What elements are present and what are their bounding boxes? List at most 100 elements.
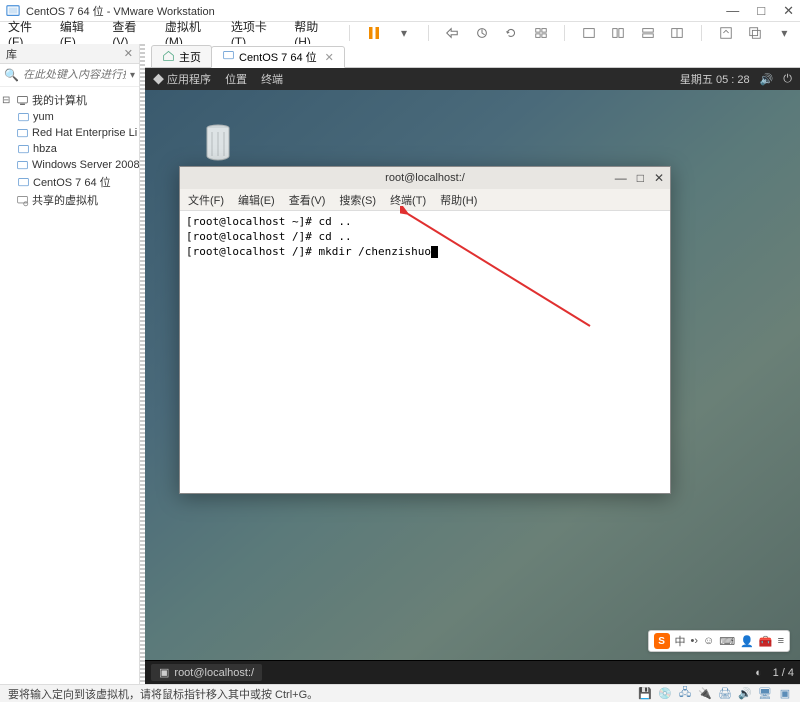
- tree-label: 我的计算机: [32, 92, 87, 108]
- term-menu-term[interactable]: 终端(T): [390, 192, 426, 208]
- term-menu-help[interactable]: 帮助(H): [440, 192, 477, 208]
- vmware-icon: [6, 4, 20, 18]
- sidebar-header: 库 ✕: [0, 44, 139, 64]
- tree-label: Red Hat Enterprise Li: [32, 127, 137, 139]
- term-line-2: [root@localhost /]# mkdir /chenzishuo: [186, 245, 431, 258]
- terminal-title: root@localhost:/: [385, 172, 465, 184]
- guest-terminal-menu[interactable]: 终端: [261, 71, 283, 87]
- search-dropdown-icon[interactable]: ▾: [130, 70, 135, 81]
- tab-home[interactable]: 主页: [151, 45, 212, 67]
- vm-tree: ⊟ 我的计算机 yum Red Hat Enterprise Li hbza W…: [0, 87, 139, 213]
- guest-clock: 星期五 05 : 28: [680, 71, 750, 87]
- tree-node-ws2008[interactable]: Windows Server 2008: [2, 157, 137, 173]
- pause-icon[interactable]: [366, 25, 382, 41]
- guest-desktop[interactable]: root@localhost:/ — □ ✕ 文件(F) 编辑(E) 查看(V)…: [145, 90, 800, 660]
- ime-punct-icon[interactable]: •›: [691, 635, 699, 647]
- tree-node-hbza[interactable]: hbza: [2, 141, 137, 157]
- status-text: 要将输入定向到该虚拟机，请将鼠标指针移入其中或按 Ctrl+G。: [8, 686, 638, 702]
- terminal-icon: ▣: [159, 666, 169, 679]
- volume-icon[interactable]: 🔊: [760, 73, 774, 86]
- ime-menu-icon[interactable]: ≡: [778, 635, 784, 647]
- host-menubar: 文件(F) 编辑(E) 查看(V) 虚拟机(M) 选项卡(T) 帮助(H) ▾ …: [0, 22, 800, 44]
- ime-toolbox-icon[interactable]: 🧰: [759, 635, 773, 648]
- computer-icon: [15, 93, 29, 107]
- guest-places-menu[interactable]: 位置: [225, 71, 247, 87]
- status-disk-icon[interactable]: 💾: [638, 687, 652, 701]
- tree-node-rhel[interactable]: Red Hat Enterprise Li: [2, 125, 137, 141]
- tree-node-yum[interactable]: yum: [2, 109, 137, 125]
- term-line-0: [root@localhost ~]# cd ..: [186, 215, 352, 228]
- notify-icon[interactable]: ◐: [751, 665, 767, 681]
- minimize-button[interactable]: —: [726, 3, 739, 19]
- terminal-close[interactable]: ✕: [654, 171, 664, 185]
- tab-centos-label: CentOS 7 64 位: [239, 49, 317, 65]
- sidebar-search: 🔍 ▾: [0, 64, 139, 87]
- thumb4-icon[interactable]: [670, 25, 685, 41]
- terminal-menubar: 文件(F) 编辑(E) 查看(V) 搜索(S) 终端(T) 帮助(H): [180, 189, 670, 211]
- vm-icon: [16, 158, 29, 172]
- home-icon: [162, 49, 175, 65]
- terminal-titlebar[interactable]: root@localhost:/ — □ ✕: [180, 167, 670, 189]
- sidebar-close[interactable]: ✕: [124, 47, 133, 60]
- thumb2-icon[interactable]: [611, 25, 626, 41]
- terminal-window: root@localhost:/ — □ ✕ 文件(F) 编辑(E) 查看(V)…: [179, 166, 671, 494]
- taskbar-app-terminal[interactable]: ▣ root@localhost:/: [151, 664, 262, 681]
- ime-login-icon[interactable]: 👤: [740, 635, 754, 648]
- vm-icon: [16, 110, 30, 124]
- terminal-body[interactable]: [root@localhost ~]# cd .. [root@localhos…: [180, 211, 670, 493]
- library-sidebar: 库 ✕ 🔍 ▾ ⊟ 我的计算机 yum Red Hat Enterprise L…: [0, 44, 140, 684]
- term-menu-search[interactable]: 搜索(S): [339, 192, 376, 208]
- terminal-cursor: [431, 246, 438, 258]
- guest-taskbar: ▣ root@localhost:/ ◐ 1 / 4: [145, 660, 800, 684]
- thumb3-icon[interactable]: [640, 25, 655, 41]
- taskbar-app-label: root@localhost:/: [174, 667, 254, 679]
- status-net-icon[interactable]: 🖧: [678, 687, 692, 701]
- ime-emoji-icon[interactable]: ☺: [703, 635, 714, 647]
- revert-icon[interactable]: [504, 25, 519, 41]
- manage-icon[interactable]: [533, 25, 548, 41]
- status-printer-icon[interactable]: 🖨: [718, 687, 732, 701]
- tab-home-label: 主页: [179, 49, 201, 65]
- term-menu-view[interactable]: 查看(V): [289, 192, 326, 208]
- unity-icon[interactable]: [747, 25, 762, 41]
- workspace-indicator[interactable]: 1 / 4: [773, 667, 794, 679]
- terminal-minimize[interactable]: —: [615, 171, 627, 185]
- tree-label: hbza: [33, 143, 57, 155]
- trash-icon[interactable]: [201, 122, 235, 164]
- maximize-button[interactable]: □: [757, 3, 765, 19]
- ime-keyboard-icon[interactable]: ⌨: [719, 635, 735, 648]
- fullscreen-icon[interactable]: [718, 25, 733, 41]
- tree-node-centos[interactable]: CentOS 7 64 位: [2, 173, 137, 191]
- guest-top-bar: ◆ 应用程序 位置 终端 星期五 05 : 28 🔊 ⏻: [145, 68, 800, 90]
- term-menu-file[interactable]: 文件(F): [188, 192, 224, 208]
- status-sound-icon[interactable]: 🔊: [738, 687, 752, 701]
- tab-close-icon[interactable]: ✕: [325, 51, 334, 64]
- sidebar-title: 库: [6, 46, 17, 62]
- ime-lang[interactable]: 中: [675, 633, 686, 649]
- status-display-icon[interactable]: 🖥: [758, 687, 772, 701]
- search-input[interactable]: [23, 69, 126, 81]
- collapse-icon[interactable]: ⊟: [2, 95, 12, 106]
- dropdown-icon[interactable]: ▾: [396, 25, 411, 41]
- status-usb-icon[interactable]: 🔌: [698, 687, 712, 701]
- sogou-logo-icon: S: [654, 633, 670, 649]
- status-cd-icon[interactable]: 💿: [658, 687, 672, 701]
- snapshot-icon[interactable]: [474, 25, 489, 41]
- tree-my-computer[interactable]: ⊟ 我的计算机: [2, 91, 137, 109]
- guest-apps-menu[interactable]: ◆ 应用程序: [153, 71, 211, 87]
- tree-label: yum: [33, 111, 54, 123]
- tab-centos[interactable]: CentOS 7 64 位 ✕: [211, 46, 345, 68]
- status-more-icon[interactable]: ▣: [778, 687, 792, 701]
- dropdown2-icon[interactable]: ▾: [777, 25, 792, 41]
- terminal-maximize[interactable]: □: [637, 171, 644, 185]
- vm-icon: [222, 49, 235, 65]
- thumb1-icon[interactable]: [581, 25, 596, 41]
- power-icon[interactable]: ⏻: [783, 73, 792, 86]
- close-button[interactable]: ✕: [783, 3, 794, 19]
- send-icon[interactable]: [445, 25, 460, 41]
- main-area: 主页 CentOS 7 64 位 ✕ ◆ 应用程序 位置 终端 星期五 05 :…: [145, 44, 800, 684]
- term-menu-edit[interactable]: 编辑(E): [238, 192, 275, 208]
- tree-shared-vms[interactable]: 共享的虚拟机: [2, 191, 137, 209]
- shared-icon: [15, 193, 29, 207]
- ime-toolbar[interactable]: S 中 •› ☺ ⌨ 👤 🧰 ≡: [648, 630, 790, 652]
